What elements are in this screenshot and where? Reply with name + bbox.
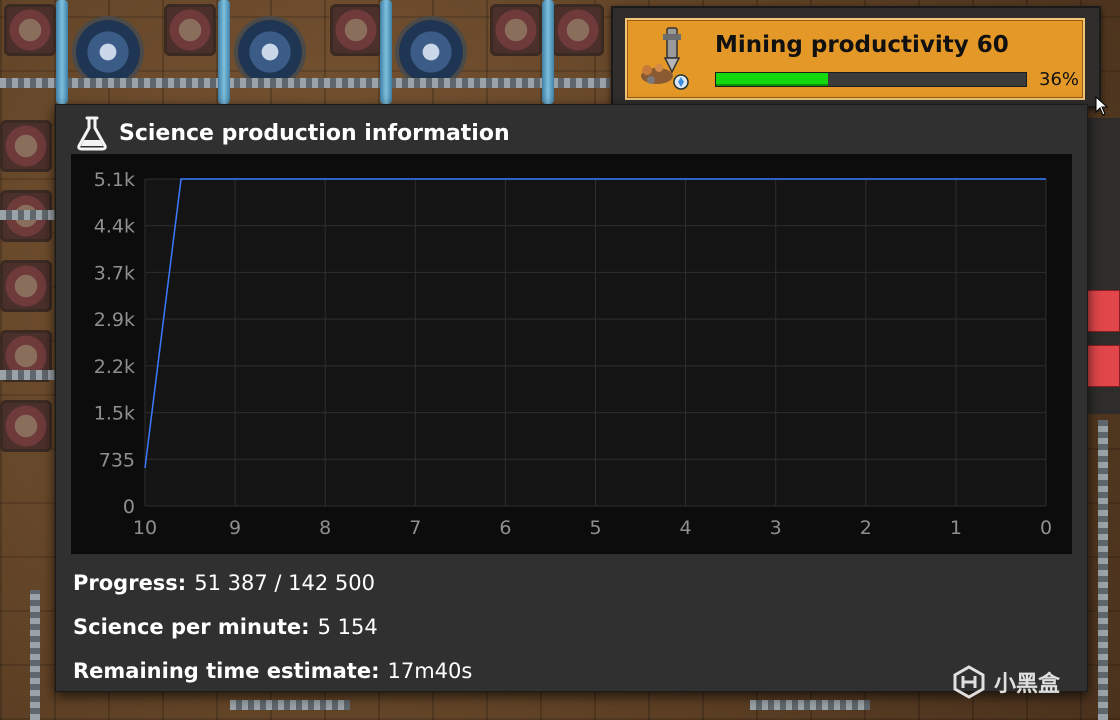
x-tick-label: 3 xyxy=(770,517,782,539)
science-production-window: Science production information 0 735 1.5k 2… xyxy=(55,104,1088,692)
x-tick-label: 5 xyxy=(589,517,601,539)
y-tick-label: 4.4k xyxy=(94,216,135,238)
y-tick-label: 2.2k xyxy=(94,356,135,378)
assembler-building xyxy=(552,4,604,56)
window-title: Science production information xyxy=(119,121,510,146)
x-tick-label: 10 xyxy=(133,517,157,539)
shortcut-button[interactable] xyxy=(1086,290,1120,332)
assembler-building xyxy=(0,260,52,312)
mining-drill-icon xyxy=(641,27,689,90)
x-tick-label: 0 xyxy=(1040,517,1052,539)
research-title: Mining productivity 60 xyxy=(715,32,1009,58)
y-tick-label: 0 xyxy=(123,496,135,518)
pipe xyxy=(542,0,554,104)
flask-icon xyxy=(77,116,107,151)
stat-value: 5 154 xyxy=(317,615,378,639)
assembler-building xyxy=(0,120,52,172)
lab-building xyxy=(238,20,302,84)
window-header: Science production information xyxy=(74,113,1034,153)
x-tick-label: 9 xyxy=(229,517,241,539)
assembler-building xyxy=(490,4,542,56)
research-progress-bar xyxy=(715,72,1027,87)
stats-list: Progress: 51 387 / 142 500 Science per m… xyxy=(73,561,472,693)
conveyor-belt xyxy=(0,370,55,380)
pipe xyxy=(218,0,230,104)
assembler-building xyxy=(164,4,216,56)
x-tick-label: 7 xyxy=(409,517,421,539)
stat-label: Remaining time estimate: xyxy=(73,659,380,683)
stat-remaining-time: Remaining time estimate: 17m40s xyxy=(73,649,472,693)
y-tick-label: 5.1k xyxy=(94,169,135,191)
research-progress-card[interactable]: Mining productivity 60 36% xyxy=(625,18,1085,100)
science-production-chart: 0 735 1.5k 2.2k 2.9k 3.7k 4.4k 5.1k 10 9 8 7 6 5 4 3 2 1 0 xyxy=(71,154,1072,554)
y-tick-label: 2.9k xyxy=(94,309,135,331)
pipe xyxy=(56,0,68,104)
x-tick-label: 6 xyxy=(499,517,511,539)
stat-label: Science per minute: xyxy=(73,615,310,639)
stat-value: 17m40s xyxy=(387,659,473,683)
x-tick-label: 8 xyxy=(319,517,331,539)
stat-science-per-minute: Science per minute: 5 154 xyxy=(73,605,472,649)
science-production-chart-svg: 07351.5k2.2k2.9k3.7k4.4k5.1k10 9 8 7 6 5 4 3 2 1 0 xyxy=(94,169,1052,539)
shortcut-button[interactable] xyxy=(1086,345,1120,387)
conveyor-belt xyxy=(0,78,610,88)
stat-value: 51 387 / 142 500 xyxy=(194,571,375,595)
stat-label: Progress: xyxy=(73,571,187,595)
power-pole xyxy=(30,590,40,720)
assembler-building xyxy=(4,4,56,56)
conveyor-belt xyxy=(230,700,350,710)
watermark-logo-icon xyxy=(953,665,985,699)
x-tick-label: 1 xyxy=(950,517,962,539)
assembler-building xyxy=(0,400,52,452)
assembler-building xyxy=(330,4,382,56)
research-progress-percent: 36% xyxy=(1039,69,1080,90)
y-tick-label: 735 xyxy=(99,449,135,471)
x-tick-label: 4 xyxy=(680,517,692,539)
mouse-cursor-icon xyxy=(1095,96,1109,116)
lab-building xyxy=(399,20,463,84)
research-banner[interactable]: Mining productivity 60 36% xyxy=(611,6,1101,108)
x-tick-label: 2 xyxy=(860,517,872,539)
pipe xyxy=(380,0,392,104)
research-progress-fill xyxy=(716,73,828,86)
y-tick-label: 3.7k xyxy=(94,262,135,284)
watermark-text: 小黑盒 xyxy=(994,672,1061,697)
watermark: 小黑盒 xyxy=(952,660,1060,704)
lab-building xyxy=(76,20,140,84)
conveyor-belt xyxy=(1098,420,1108,720)
stat-progress: Progress: 51 387 / 142 500 xyxy=(73,561,472,605)
y-tick-label: 1.5k xyxy=(94,403,135,425)
conveyor-belt xyxy=(0,210,55,220)
conveyor-belt xyxy=(750,700,870,710)
